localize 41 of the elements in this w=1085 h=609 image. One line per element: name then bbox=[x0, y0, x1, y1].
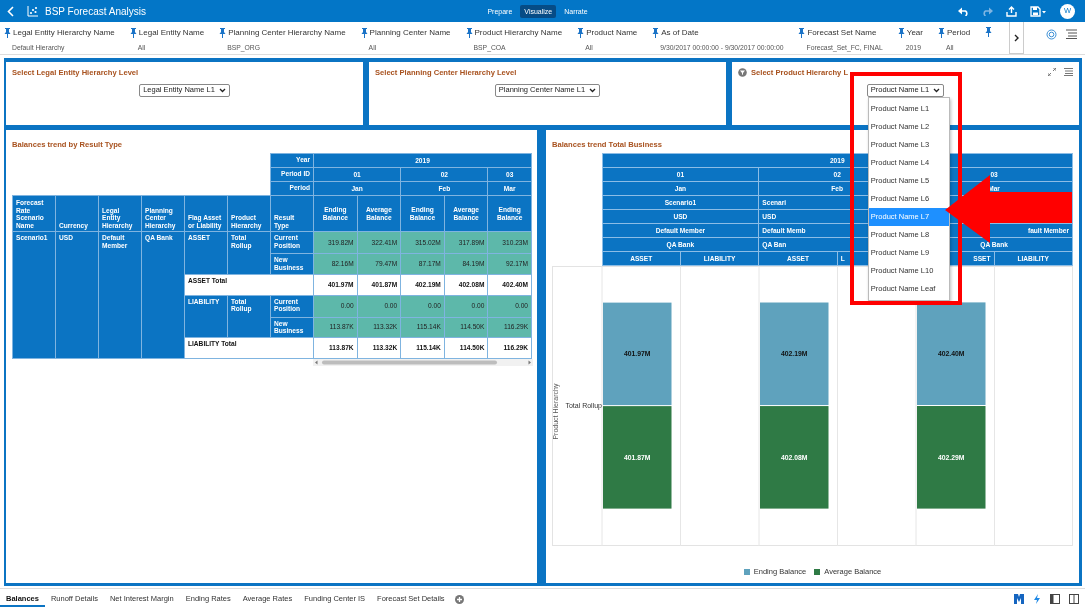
pin-icon[interactable] bbox=[465, 28, 473, 38]
expand-icon[interactable] bbox=[1048, 68, 1056, 76]
upload-icon[interactable] bbox=[1006, 5, 1017, 17]
save-icon[interactable] bbox=[1030, 5, 1047, 17]
filter-label: Planning Center Hierarchy Name bbox=[228, 27, 346, 39]
filter-label: Period bbox=[946, 27, 971, 39]
filter-label: As of Date bbox=[661, 27, 699, 39]
pin-icon[interactable] bbox=[798, 28, 806, 38]
menu-icon[interactable] bbox=[1066, 29, 1077, 39]
pin-icon[interactable] bbox=[219, 28, 227, 38]
filter-label: Year bbox=[906, 27, 923, 39]
lightning-icon[interactable] bbox=[1033, 594, 1041, 604]
back-icon[interactable] bbox=[6, 5, 14, 17]
caret-icon bbox=[933, 88, 941, 93]
split-panel-icon[interactable] bbox=[1069, 594, 1079, 604]
pin-icon[interactable] bbox=[985, 27, 993, 37]
filter-label: Forecast Set Name bbox=[807, 27, 877, 39]
pin-icon[interactable] bbox=[129, 28, 137, 38]
menu-icon[interactable] bbox=[1064, 68, 1073, 76]
filter-label: Product Hierarchy Name bbox=[474, 27, 563, 39]
caret-icon bbox=[218, 88, 226, 93]
app-title: BSP Forecast Analysis bbox=[45, 4, 146, 19]
filter-label: Planning Center Name bbox=[369, 27, 451, 39]
pin-icon[interactable] bbox=[360, 28, 368, 38]
horizontal-scrollbar[interactable] bbox=[313, 358, 533, 366]
add-icon[interactable] bbox=[454, 594, 464, 604]
left-panel-icon[interactable] bbox=[1050, 594, 1060, 604]
pin-icon[interactable] bbox=[897, 28, 905, 38]
filter-label: Legal Entity Hierarchy Name bbox=[13, 27, 115, 39]
filter-label: Product Name bbox=[586, 27, 638, 39]
caret-icon bbox=[589, 88, 597, 93]
pin-icon[interactable] bbox=[4, 28, 11, 38]
filter-icon[interactable] bbox=[738, 68, 747, 78]
pin-icon[interactable] bbox=[577, 28, 585, 38]
pin-icon[interactable] bbox=[937, 28, 945, 38]
chart-icon bbox=[27, 5, 38, 17]
filter-label: Legal Entity Name bbox=[138, 27, 205, 39]
chevron-right-icon[interactable] bbox=[1014, 33, 1019, 42]
pin-icon[interactable] bbox=[652, 28, 660, 38]
undo-icon[interactable] bbox=[958, 6, 969, 16]
target-icon[interactable] bbox=[1046, 29, 1057, 40]
